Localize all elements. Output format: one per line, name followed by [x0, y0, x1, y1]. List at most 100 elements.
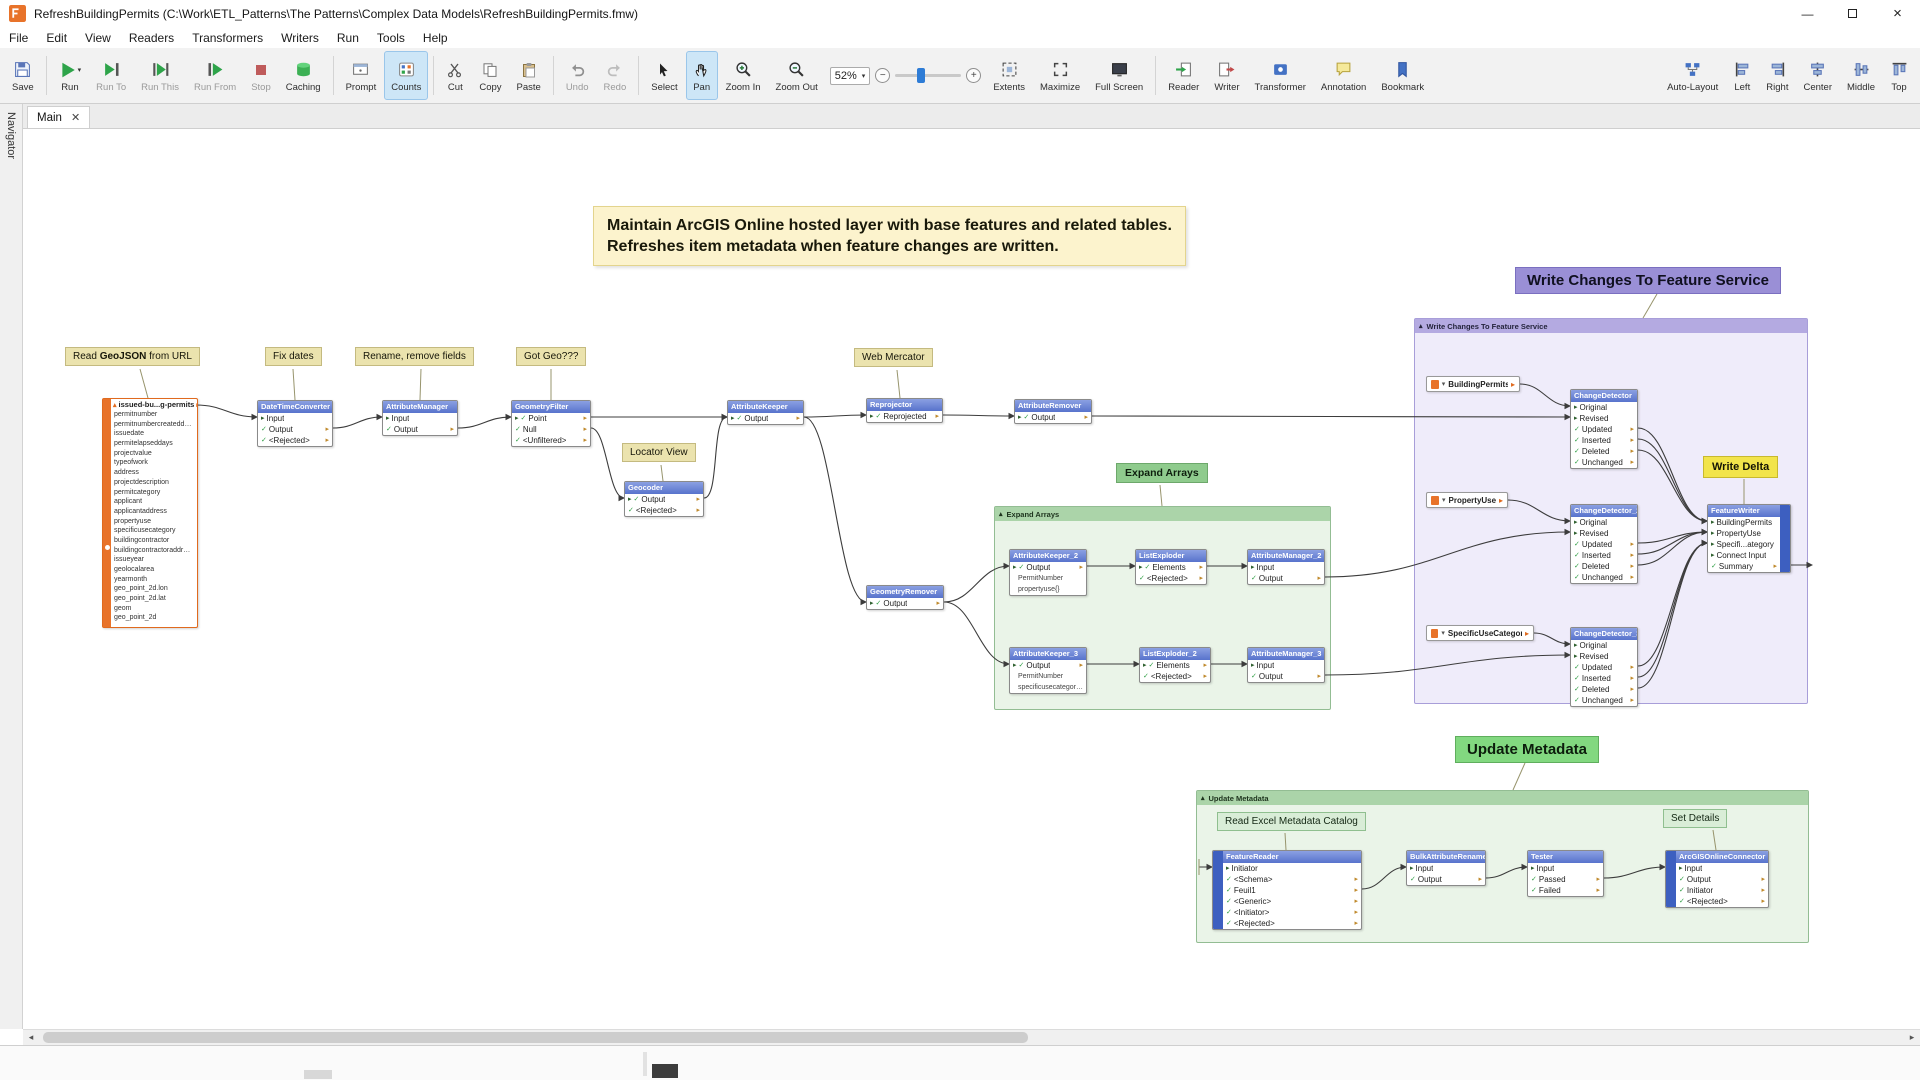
- node-port-Input[interactable]: ▸Input: [258, 413, 332, 424]
- node-port-Input[interactable]: ▸Input: [383, 413, 457, 424]
- transformer-AttributeRemover[interactable]: AttributeRemover▸✓Output▸: [1014, 399, 1092, 424]
- node-port-Input[interactable]: ▸Input: [1528, 863, 1603, 874]
- node-port-Rejected[interactable]: ✓<Rejected>▸: [258, 435, 332, 446]
- stop-button[interactable]: Stop: [244, 51, 278, 100]
- collapse-icon[interactable]: ▴: [113, 401, 117, 409]
- save-button[interactable]: Save: [5, 51, 41, 100]
- node-port-Input[interactable]: ▸Input: [1676, 863, 1768, 874]
- node-port-Elements[interactable]: ▸✓Elements▸: [1140, 660, 1210, 671]
- node-port-Updated[interactable]: ✓Updated▸: [1571, 424, 1637, 435]
- node-port-Initiator[interactable]: ✓<Initiator>▸: [1223, 907, 1361, 918]
- node-port-Initiator[interactable]: ✓Initiator▸: [1676, 885, 1768, 896]
- annotation-web-mercator[interactable]: Web Mercator: [854, 348, 933, 367]
- run-dropdown-caret[interactable]: ▾: [78, 66, 82, 74]
- node-port-BuildingPermits[interactable]: ▸BuildingPermits: [1708, 517, 1780, 528]
- align-right-button[interactable]: Right: [1759, 51, 1795, 100]
- node-port-Point[interactable]: ▸✓Point▸: [512, 413, 590, 424]
- extents-button[interactable]: Extents: [986, 51, 1032, 100]
- node-port-Input[interactable]: ▸Input: [1248, 562, 1324, 573]
- horizontal-scrollbar[interactable]: ◂ ▸: [23, 1029, 1920, 1045]
- zoom-minus-button[interactable]: −: [875, 68, 890, 83]
- node-port-Summary[interactable]: ✓Summary▸: [1708, 561, 1780, 572]
- node-port-Reprojected[interactable]: ▸✓Reprojected▸: [867, 411, 942, 422]
- align-top-button[interactable]: Top: [1883, 51, 1915, 100]
- pan-tool-toggle[interactable]: Pan: [686, 51, 718, 100]
- node-port-Original[interactable]: ▸Original: [1571, 402, 1637, 413]
- node-port-Rejected[interactable]: ✓<Rejected>▸: [625, 505, 703, 516]
- bookmark-header-update-metadata[interactable]: ▴Update Metadata: [1197, 791, 1808, 805]
- transformer-DateTimeConverter[interactable]: DateTimeConverter▸Input✓Output▸✓<Rejecte…: [257, 400, 333, 447]
- add-transformer-button[interactable]: Transformer: [1248, 51, 1313, 100]
- node-port-Unfiltered[interactable]: ✓<Unfiltered>▸: [512, 435, 590, 446]
- node-port-Output[interactable]: ✓Output▸: [383, 424, 457, 435]
- transformer-ArcGISOnlineConnector[interactable]: ArcGISOnlineConnector▸Input✓Output▸✓Init…: [1665, 850, 1769, 908]
- node-port-Elements[interactable]: ▸✓Elements▸: [1136, 562, 1206, 573]
- run-button[interactable]: ▾ Run: [52, 51, 89, 100]
- zoom-in-button[interactable]: Zoom In: [719, 51, 768, 100]
- node-port-Output[interactable]: ▸✓Output▸: [728, 413, 803, 424]
- align-middle-button[interactable]: Middle: [1840, 51, 1882, 100]
- collapse-icon[interactable]: ▴: [999, 510, 1003, 518]
- counts-toggle[interactable]: Counts: [384, 51, 428, 100]
- node-port-Revised[interactable]: ▸Revised: [1571, 528, 1637, 539]
- transformer-Reprojector[interactable]: Reprojector▸✓Reprojected▸: [866, 398, 943, 423]
- transformer-ListExploder[interactable]: ListExploder▸✓Elements▸✓<Rejected>▸: [1135, 549, 1207, 585]
- node-port-Unchanged[interactable]: ✓Unchanged▸: [1571, 695, 1637, 706]
- add-writer-button[interactable]: Writer: [1207, 51, 1246, 100]
- menu-transformers[interactable]: Transformers: [183, 27, 272, 48]
- node-port-Unchanged[interactable]: ✓Unchanged▸: [1571, 457, 1637, 468]
- menu-readers[interactable]: Readers: [120, 27, 183, 48]
- attribute-row[interactable]: yearmonth: [111, 575, 197, 585]
- node-port-Rejected[interactable]: ✓<Rejected>▸: [1136, 573, 1206, 584]
- attribute-row[interactable]: applicant: [111, 497, 197, 507]
- workflow-canvas[interactable]: Maintain ArcGIS Online hosted layer with…: [23, 129, 1920, 1029]
- undo-button[interactable]: Undo: [559, 51, 596, 100]
- full-screen-button[interactable]: Full Screen: [1088, 51, 1150, 100]
- transformer-Tester[interactable]: Tester▸Input✓Passed▸✓Failed▸: [1527, 850, 1604, 897]
- feature-type-SpecificUseCategory[interactable]: ▾SpecificUseCategory▸: [1426, 625, 1534, 641]
- scrollbar-thumb[interactable]: [43, 1032, 1028, 1043]
- transformer-AttributeManager_2[interactable]: AttributeManager_2▸Input✓Output▸: [1247, 549, 1325, 585]
- connection-wire[interactable]: [591, 428, 624, 498]
- add-bookmark-button[interactable]: Bookmark: [1374, 51, 1431, 100]
- node-port-Deleted[interactable]: ✓Deleted▸: [1571, 446, 1637, 457]
- minimize-button[interactable]: —: [1785, 0, 1830, 27]
- attribute-row[interactable]: geolocalarea: [111, 565, 197, 575]
- prompt-button[interactable]: Prompt: [339, 51, 384, 100]
- node-port-Rejected[interactable]: ✓<Rejected>▸: [1223, 918, 1361, 929]
- collapse-icon[interactable]: ▾: [1441, 629, 1445, 637]
- node-port-Failed[interactable]: ✓Failed▸: [1528, 885, 1603, 896]
- collapse-icon[interactable]: ▴: [1201, 794, 1205, 802]
- node-port-Specifi...ategory[interactable]: ▸Specifi...ategory: [1708, 539, 1780, 550]
- scrollbar-track[interactable]: [39, 1030, 1904, 1045]
- caching-button[interactable]: Caching: [279, 51, 328, 100]
- connection-wire[interactable]: [333, 417, 382, 428]
- maximize-button[interactable]: [1830, 0, 1875, 27]
- attribute-row[interactable]: typeofwork: [111, 458, 197, 468]
- connection-wire[interactable]: [804, 415, 866, 417]
- connection-wire[interactable]: [196, 405, 257, 417]
- bookmark-header-write-changes-to-feature-service[interactable]: ▴Write Changes To Feature Service: [1415, 319, 1807, 333]
- cut-button[interactable]: Cut: [439, 51, 471, 100]
- menu-tools[interactable]: Tools: [368, 27, 414, 48]
- annotation-expand-arrays-title[interactable]: Expand Arrays: [1116, 463, 1208, 483]
- collapse-icon[interactable]: ▾: [1442, 380, 1446, 388]
- attribute-row[interactable]: geom: [111, 604, 197, 614]
- zoom-slider-thumb[interactable]: [917, 68, 925, 83]
- transformer-GeometryFilter[interactable]: GeometryFilter▸✓Point▸✓Null▸✓<Unfiltered…: [511, 400, 591, 447]
- reader-title[interactable]: ▴issued-bu...g-permits▸: [111, 399, 197, 410]
- annotation-write-changes-title[interactable]: Write Changes To Feature Service: [1515, 267, 1781, 294]
- annotation-fix-dates[interactable]: Fix dates: [265, 347, 322, 366]
- annotation-update-metadata-title[interactable]: Update Metadata: [1455, 736, 1599, 763]
- connection-wire[interactable]: [458, 417, 511, 428]
- node-port-Output[interactable]: ▸✓Output▸: [1015, 412, 1091, 423]
- node-port-Output[interactable]: ✓Output▸: [1407, 874, 1485, 885]
- node-port-Output[interactable]: ✓Output▸: [1248, 671, 1324, 682]
- transformer-ChangeDetector[interactable]: ChangeDetector▸Original▸Revised✓Updated▸…: [1570, 389, 1638, 469]
- node-port-Original[interactable]: ▸Original: [1571, 517, 1637, 528]
- transformer-AttributeKeeper_2[interactable]: AttributeKeeper_2▸✓Output▸PermitNumberpr…: [1009, 549, 1087, 596]
- attribute-row[interactable]: permitnumber: [111, 410, 197, 420]
- align-left-button[interactable]: Left: [1726, 51, 1758, 100]
- node-port-Output[interactable]: ▸✓Output▸: [1010, 562, 1086, 573]
- scroll-left-arrow[interactable]: ◂: [23, 1032, 39, 1043]
